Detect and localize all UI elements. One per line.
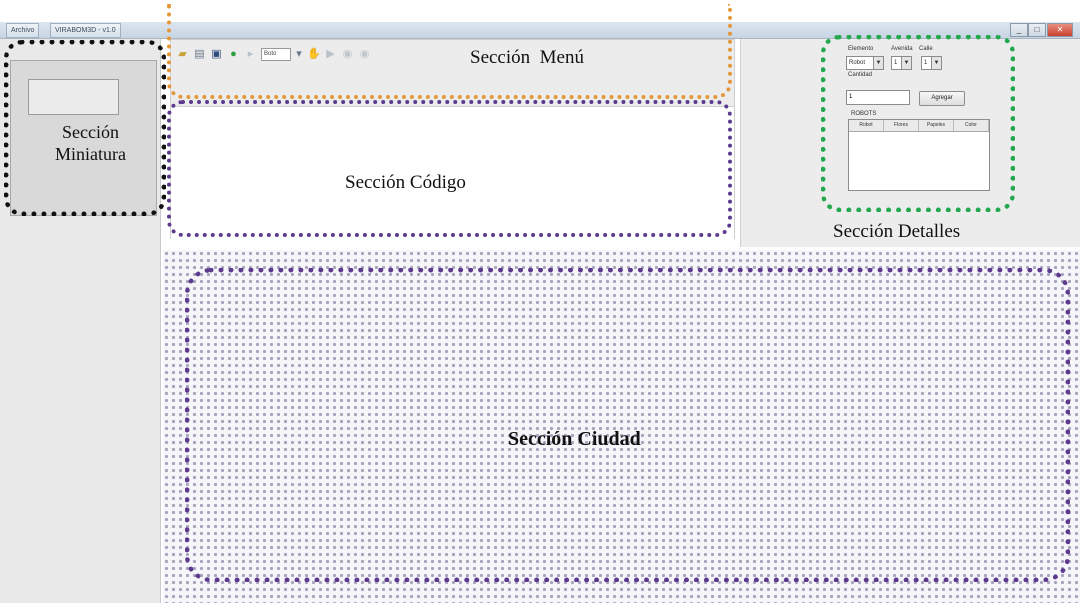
menu-section-caption: Sección Menú	[470, 47, 584, 68]
details-section-outline	[821, 35, 1015, 212]
maximize-button[interactable]: □	[1028, 23, 1046, 37]
close-button[interactable]: ✕	[1047, 23, 1073, 37]
tab-app-title[interactable]: VIRABOM3D - v1.0	[50, 23, 121, 38]
menu-section-outline	[167, 4, 732, 99]
miniature-caption-line2: Miniatura	[55, 144, 126, 164]
code-section-caption: Sección Código	[345, 172, 466, 193]
details-section-caption: Sección Detalles	[833, 221, 961, 242]
miniature-section-caption: Sección Miniatura	[28, 121, 153, 165]
city-section-outline	[185, 268, 1070, 582]
code-section-outline	[167, 100, 732, 237]
tab-archivo[interactable]: Archivo	[6, 23, 40, 38]
miniature-caption-line1: Sección	[62, 122, 119, 142]
city-section-caption: Sección Ciudad	[508, 428, 641, 450]
minimize-button[interactable]: _	[1010, 23, 1028, 37]
